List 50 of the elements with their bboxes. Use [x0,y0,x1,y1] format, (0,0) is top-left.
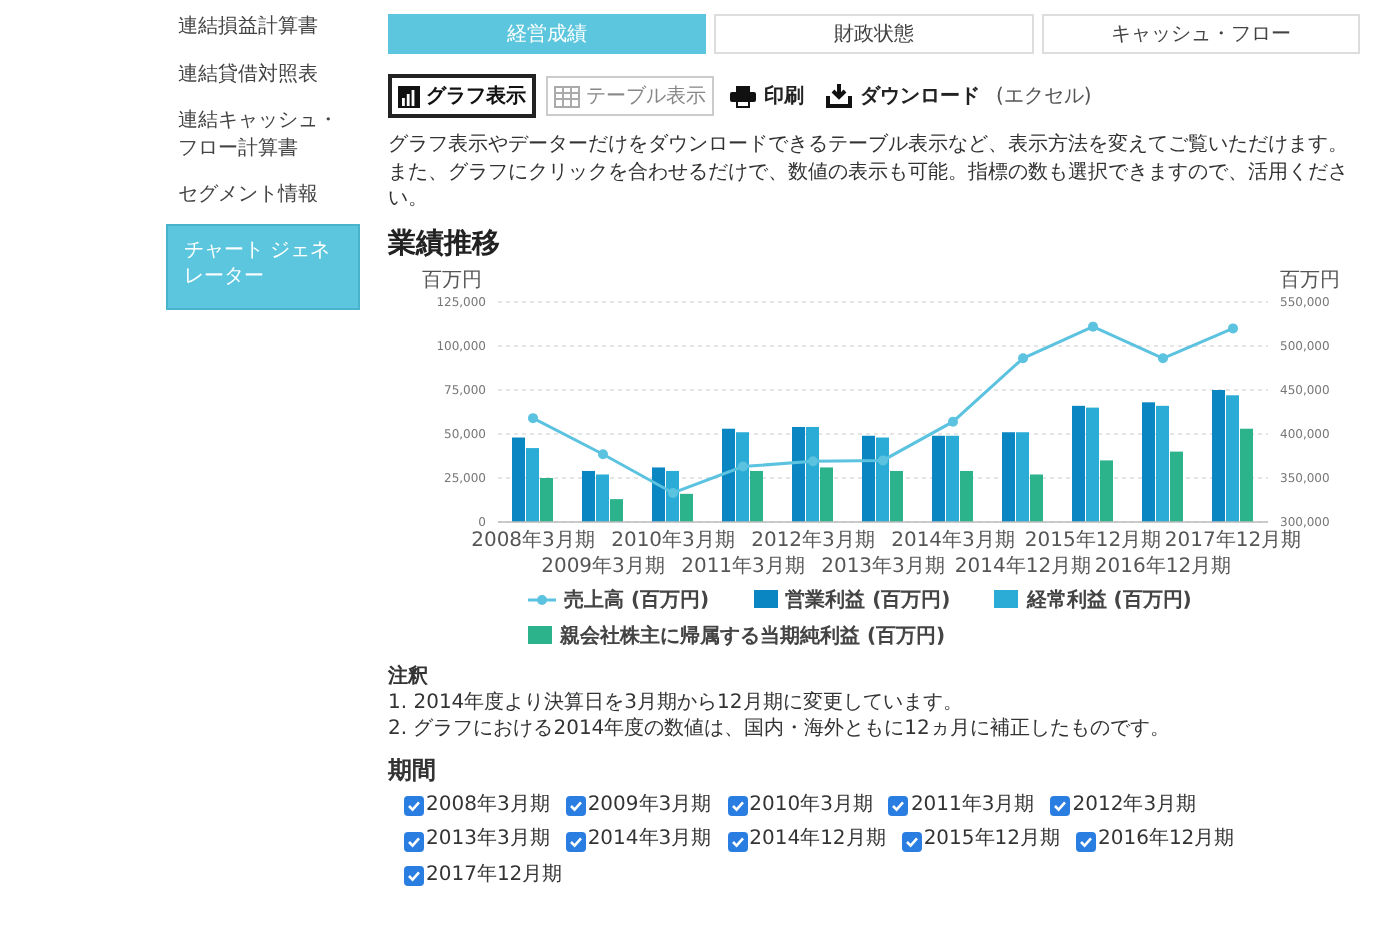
period-checkbox[interactable]: 2014年3月期 [565,826,712,856]
axis-category-label: 2008年3月期 [471,529,595,551]
note-text: 1. 2014年度より決算日を3月期から12月期に変更しています。 [388,689,965,716]
section-title: 業績推移 [388,225,502,261]
legend-item[interactable]: 営業利益 (百万円) [753,585,951,613]
axis-category-label: 2017年12月期 [1164,529,1302,551]
view-toggle-button[interactable]: グラフ表示 [388,74,536,118]
period-checkbox[interactable]: 2008年3月期 [404,791,550,820]
axis-title: 百万円 [422,269,482,291]
period-checkbox[interactable]: 2012年3月期 [1050,791,1197,820]
axis-category-label: 2015年12月期 [1024,529,1162,551]
axis-category-label: 2013年3月期 [821,555,945,577]
legend-item[interactable]: 経常利益 (百万円) [994,585,1192,613]
tab[interactable]: 財政状態 [714,14,1034,54]
period-checkbox[interactable]: 2016年12月期 [1076,826,1235,856]
period-checkbox[interactable]: 2015年12月期 [901,826,1060,856]
notes-title: 注釈 [388,662,430,689]
legend-item[interactable]: 売上高 (百万円) [528,585,710,613]
period-checkbox[interactable]: 2013年3月期 [404,826,550,856]
axis-category-label: 2014年12月期 [954,555,1092,577]
sidebar-item[interactable]: 連結貸借対照表 [166,51,360,98]
axis-category-label: 2011年3月期 [681,555,805,577]
axis-title: 百万円 [1280,269,1340,291]
period-title: 期間 [388,753,438,787]
period-checkbox[interactable]: 2010年3月期 [727,791,873,820]
period-checkbox[interactable]: 2017年12月期 [404,862,563,891]
bar-chart-icon [398,85,420,107]
view-toggle-button[interactable]: テーブル表示 [546,76,714,116]
printer-icon [730,85,756,107]
axis-category-label: 2016年12月期 [1094,555,1232,577]
sidebar-item[interactable]: 連結損益計算書 [166,4,360,51]
axis-category-label: 2012年3月期 [751,529,875,551]
download-icon [826,84,852,108]
format-note: (エクセル) [996,84,1092,110]
table-icon [554,85,580,107]
description-text: グラフ表示やデーターだけをダウンロードできるテーブル表示など、表示方法を変えてご覧いただけます。 [388,132,1350,159]
note-text: 2. グラフにおける2014年度の数値は、国内・海外ともに12ヵ月に補正したものです。 [388,716,1172,743]
period-checkbox[interactable]: 2009年3月期 [565,791,712,820]
axis-category-label: 2014年3月期 [891,529,1015,551]
legend-item[interactable]: 親会社株主に帰属する当期純利益 (百万円) [528,621,946,649]
period-checkbox[interactable]: 2014年12月期 [727,826,886,856]
description-text: また、グラフにクリックを合わせるだけで、数値の表示も可能。指標の数も選択できますので、活用ください。 [388,159,1350,213]
download-button[interactable]: ダウンロード [820,82,986,110]
sidebar-item[interactable]: 連結キャッシュ・フロー計算書 [166,98,360,172]
period-checkbox[interactable]: 2011年3月期 [888,791,1035,820]
tab[interactable]: キャッシュ・フロー [1041,14,1360,54]
axis-category-label: 2010年3月期 [611,529,735,551]
sidebar-item[interactable]: セグメント情報 [166,172,360,219]
axis-category-label: 2009年3月期 [541,555,665,577]
print-button[interactable]: 印刷 [724,82,810,110]
